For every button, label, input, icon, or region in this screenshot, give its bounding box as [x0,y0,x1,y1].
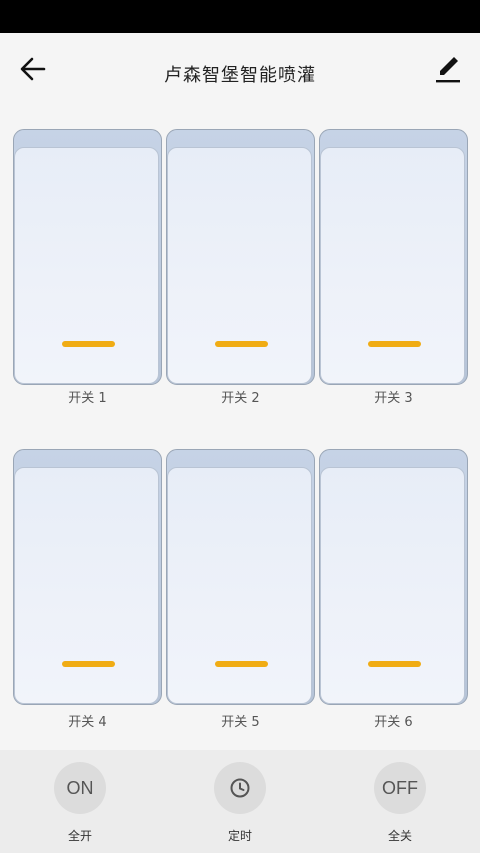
timer-label: 定时 [227,829,252,843]
app-page: 卢森智堡智能喷灌 开关 1 开关 2 开关 3 开关 4 开关 5 开关 6 O… [0,33,480,853]
switch-label-5: 开关 5 [221,715,260,730]
timer-button[interactable]: 定时 [200,762,280,852]
clock-icon [230,778,250,798]
switch-2[interactable] [166,129,315,385]
switch-indicator [215,341,268,347]
switch-face [320,467,465,704]
all-on-button[interactable]: ON 全开 [40,762,120,852]
switch-label-4: 开关 4 [68,715,107,730]
clock-icon-wrap [214,762,266,814]
header: 卢森智堡智能喷灌 [0,33,480,109]
off-icon: OFF [374,762,426,814]
switch-indicator [215,661,268,667]
bottom-action-bar: ON 全开 定时 OFF 全关 [0,750,480,853]
status-bar [0,0,480,33]
pencil-icon [436,57,460,83]
switch-label-1: 开关 1 [68,391,107,406]
switch-face [14,147,159,384]
all-on-label: 全开 [67,829,92,843]
on-icon: ON [54,762,106,814]
switch-indicator [62,341,115,347]
switch-face [320,147,465,384]
page-title: 卢森智堡智能喷灌 [164,65,316,86]
all-off-label: 全关 [387,829,412,843]
switch-label-3: 开关 3 [374,391,413,406]
switch-3[interactable] [319,129,468,385]
switch-5[interactable] [166,449,315,705]
switch-4[interactable] [13,449,162,705]
switch-1[interactable] [13,129,162,385]
switch-indicator [62,661,115,667]
switch-indicator [368,341,421,347]
switch-label-2: 开关 2 [221,391,260,406]
switch-6[interactable] [319,449,468,705]
switch-indicator [368,661,421,667]
switch-face [167,147,312,384]
switch-face [14,467,159,704]
edit-button[interactable] [430,53,466,85]
all-off-button[interactable]: OFF 全关 [360,762,440,852]
switch-label-6: 开关 6 [374,715,413,730]
switch-face [167,467,312,704]
